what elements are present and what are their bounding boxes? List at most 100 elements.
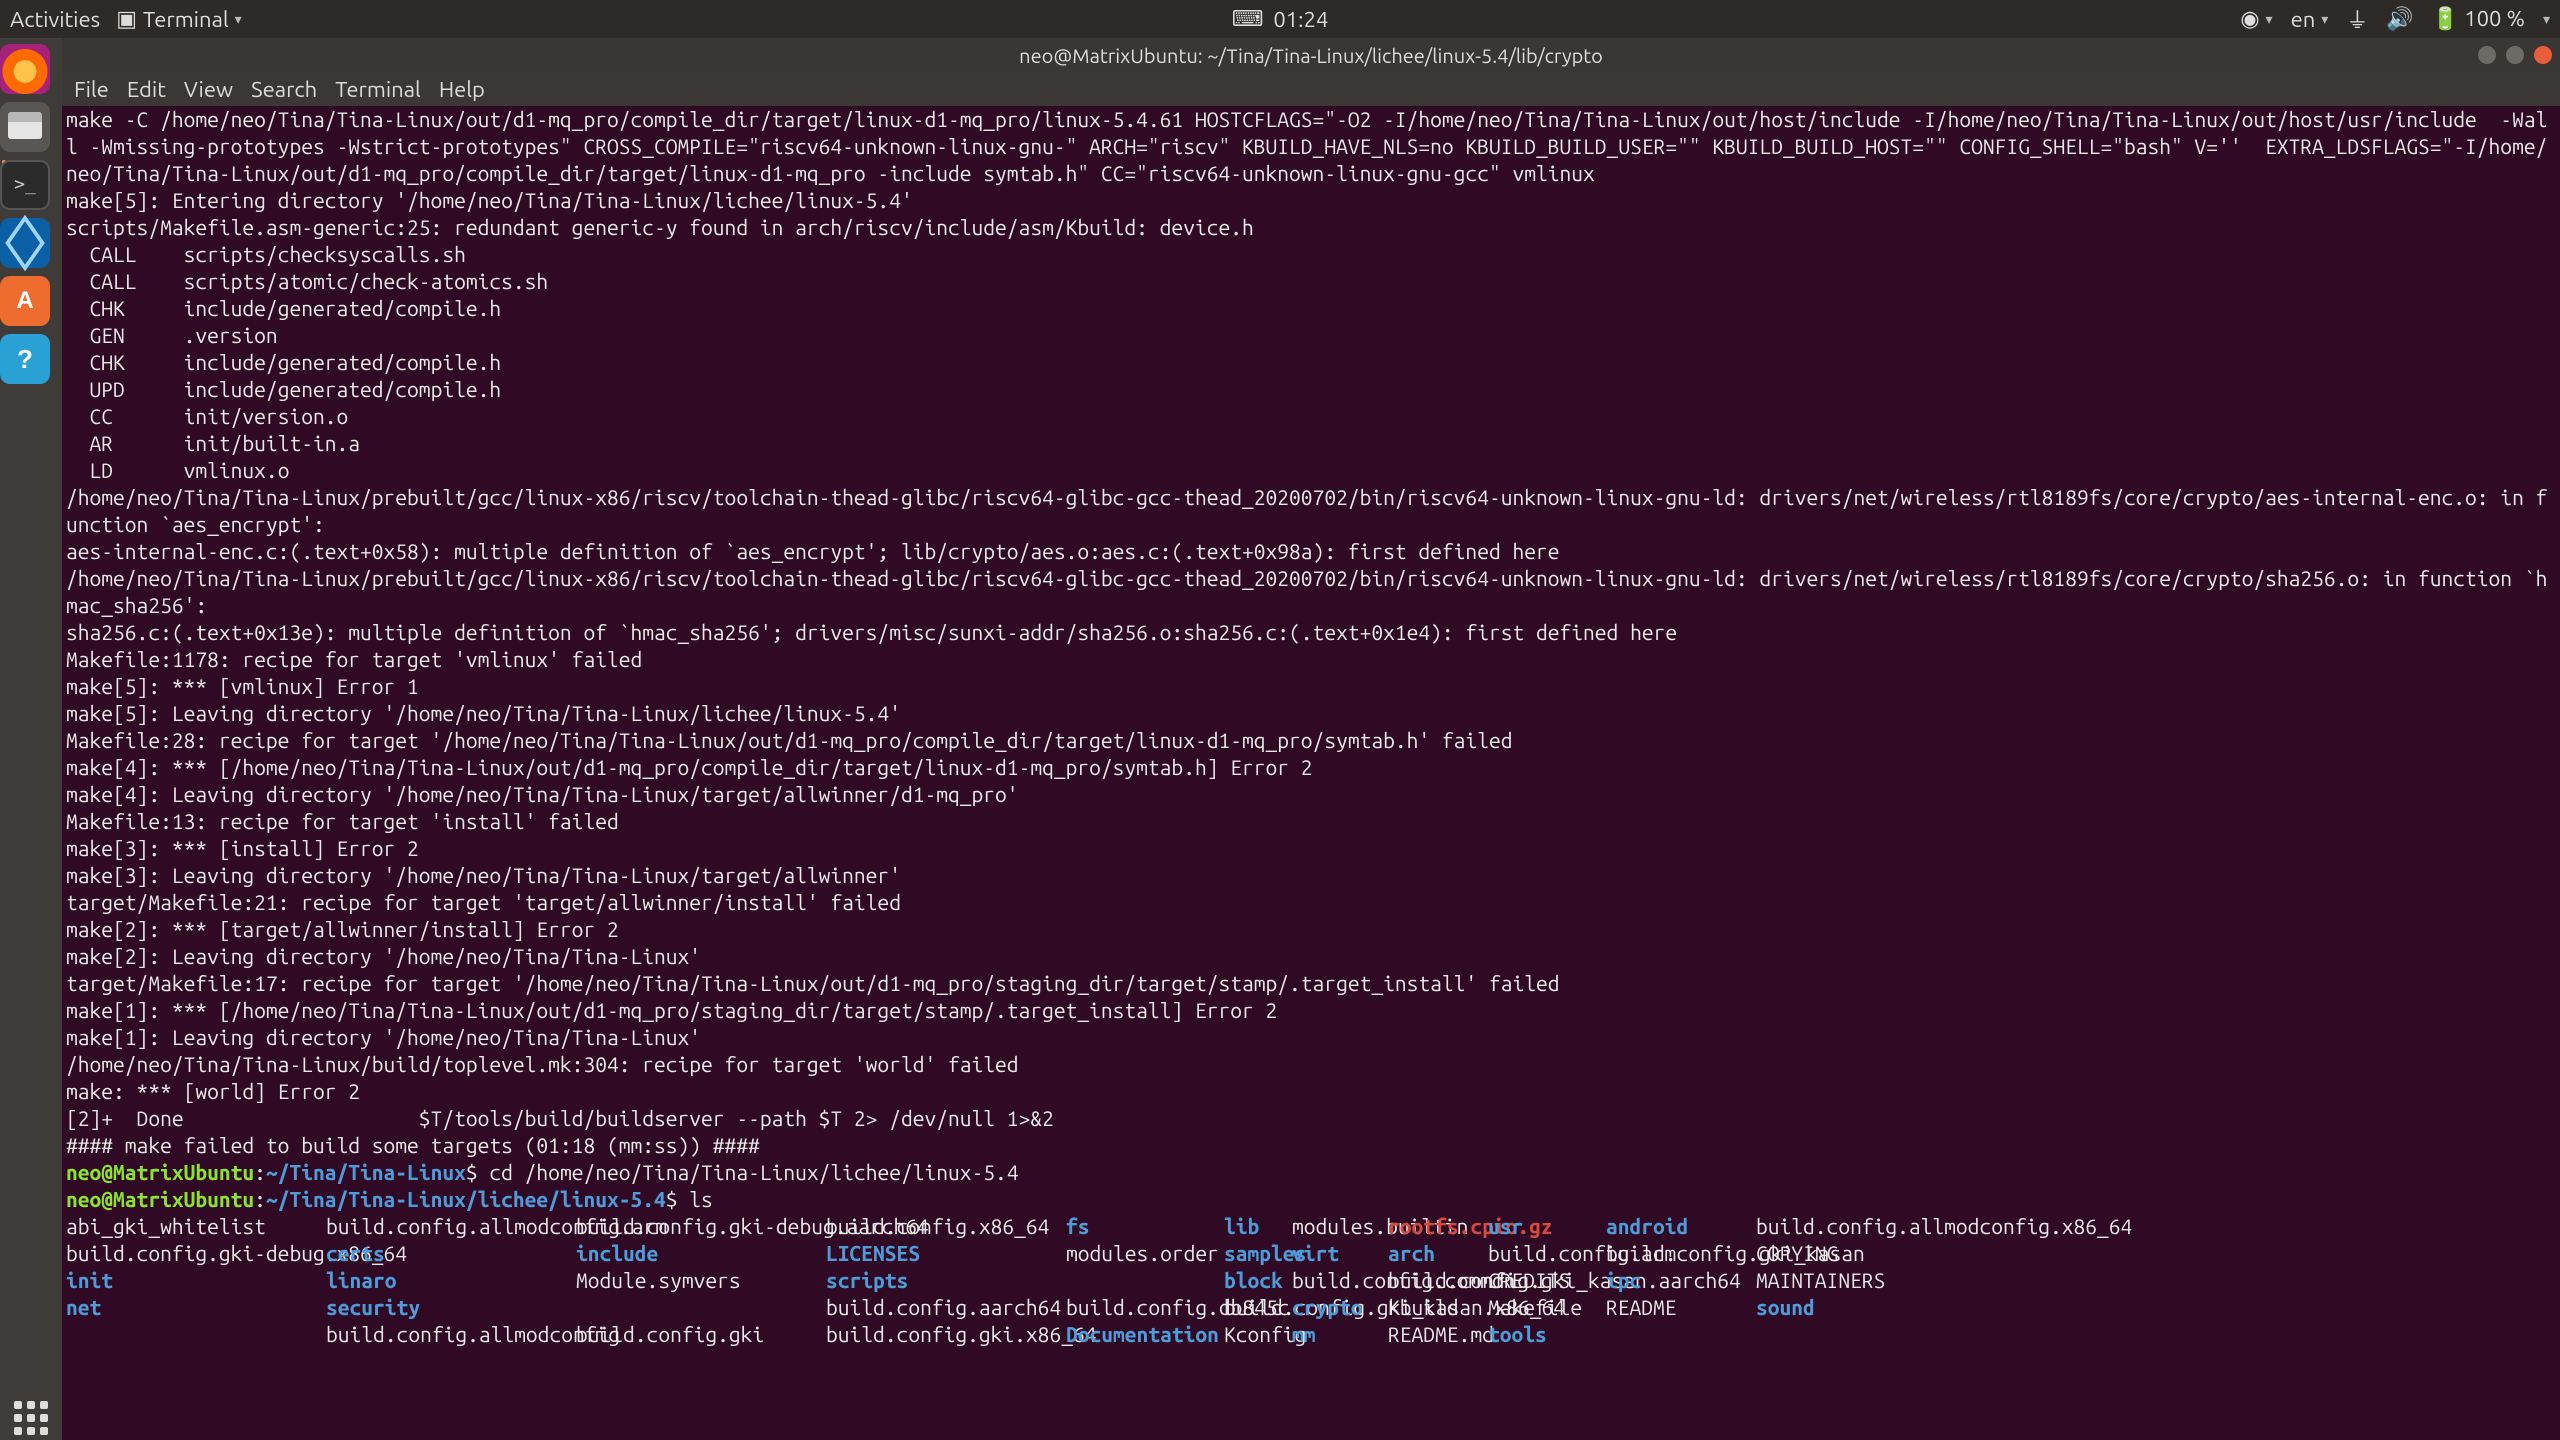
- terminal-line: Makefile:1178: recipe for target 'vmlinu…: [66, 646, 2556, 673]
- ls-entry: block: [1224, 1267, 1292, 1294]
- ls-entry: build.config.arm: [1488, 1240, 1606, 1267]
- terminal-line: make: *** [world] Error 2: [66, 1078, 2556, 1105]
- terminal-app-icon[interactable]: [0, 160, 50, 210]
- ls-entry: mm: [1292, 1321, 1388, 1348]
- terminal-line: /home/neo/Tina/Tina-Linux/prebuilt/gcc/l…: [66, 565, 2556, 619]
- files-icon[interactable]: [0, 102, 50, 152]
- launcher-dock: [0, 38, 62, 1440]
- terminal-line: CALL scripts/atomic/check-atomics.sh: [66, 268, 2556, 295]
- activities-button[interactable]: Activities: [10, 7, 100, 32]
- battery-percent: 100 %: [2464, 6, 2525, 31]
- terminal-window: neo@MatrixUbuntu: ~/Tina/Tina-Linux/lich…: [62, 38, 2560, 1440]
- terminal-line: make[4]: Leaving directory '/home/neo/Ti…: [66, 781, 2556, 808]
- terminal-line: make[2]: *** [target/allwinner/install] …: [66, 916, 2556, 943]
- ls-entry: lib: [1224, 1213, 1292, 1240]
- ls-entry: arch: [1388, 1240, 1488, 1267]
- chevron-down-icon: ▾: [2543, 11, 2550, 28]
- window-close-button[interactable]: [2534, 46, 2552, 64]
- terminal-line: target/Makefile:17: recipe for target '/…: [66, 970, 2556, 997]
- ls-entry: [1606, 1321, 1756, 1348]
- menu-edit[interactable]: Edit: [127, 77, 166, 102]
- input-source[interactable]: en ▾: [2291, 7, 2329, 32]
- window-maximize-button[interactable]: [2506, 46, 2524, 64]
- volume-icon[interactable]: 🔊: [2386, 6, 2413, 32]
- battery-icon: 🔋: [2432, 6, 2459, 31]
- menu-terminal[interactable]: Terminal: [335, 77, 421, 102]
- ls-entry: LICENSES: [826, 1240, 1066, 1267]
- ls-entry: [66, 1321, 326, 1348]
- terminal-line: make[5]: *** [vmlinux] Error 1: [66, 673, 2556, 700]
- ls-entry: ipc: [1606, 1267, 1756, 1294]
- ubuntu-software-icon[interactable]: [0, 276, 50, 326]
- terminal-line: CALL scripts/checksyscalls.sh: [66, 241, 2556, 268]
- window-minimize-button[interactable]: [2478, 46, 2496, 64]
- terminal-line: CHK include/generated/compile.h: [66, 295, 2556, 322]
- ls-entry: crypto: [1292, 1294, 1388, 1321]
- ls-entry: Module.symvers: [576, 1267, 826, 1294]
- ls-entry: README: [1606, 1294, 1756, 1321]
- vscode-icon[interactable]: [0, 218, 50, 268]
- menu-search[interactable]: Search: [251, 77, 317, 102]
- terminal-line: UPD include/generated/compile.h: [66, 376, 2556, 403]
- terminal-line: Makefile:13: recipe for target 'install'…: [66, 808, 2556, 835]
- terminal-line: LD vmlinux.o: [66, 457, 2556, 484]
- terminal-line: target/Makefile:21: recipe for target 't…: [66, 889, 2556, 916]
- terminal-line: [2]+ Done $T/tools/build/buildserver --p…: [66, 1105, 2556, 1132]
- accessibility-menu[interactable]: ◉ ▾: [2240, 6, 2272, 32]
- battery-status[interactable]: 🔋 100 %: [2432, 6, 2525, 32]
- ls-entry: samples: [1224, 1240, 1292, 1267]
- terminal-line: GEN .version: [66, 322, 2556, 349]
- ls-entry: net: [66, 1294, 326, 1321]
- network-icon[interactable]: ⏚: [2346, 3, 2368, 35]
- ls-entry: android: [1606, 1213, 1756, 1240]
- terminal-line: /home/neo/Tina/Tina-Linux/build/toplevel…: [66, 1051, 2556, 1078]
- help-icon[interactable]: [0, 334, 50, 384]
- ls-entry: build.config.gki_kasan.x86_64: [1224, 1294, 1292, 1321]
- terminal-line: make[5]: Entering directory '/home/neo/T…: [66, 187, 2556, 214]
- terminal-line: make[2]: Leaving directory '/home/neo/Ti…: [66, 943, 2556, 970]
- ls-entry: [576, 1294, 826, 1321]
- terminal-line: #### make failed to build some targets (…: [66, 1132, 2556, 1159]
- ls-entry: build.config.allmodconfig.x86_64: [1756, 1213, 1876, 1240]
- terminal-line: make[4]: *** [/home/neo/Tina/Tina-Linux/…: [66, 754, 2556, 781]
- menu-help[interactable]: Help: [439, 77, 485, 102]
- app-menu-label: Terminal: [143, 7, 229, 32]
- ls-entry: Makefile: [1488, 1294, 1606, 1321]
- terminal-line: make[5]: Leaving directory '/home/neo/Ti…: [66, 700, 2556, 727]
- app-menu[interactable]: ▣ Terminal ▾: [116, 6, 241, 32]
- terminal-line: CC init/version.o: [66, 403, 2556, 430]
- terminal-output[interactable]: make -C /home/neo/Tina/Tina-Linux/out/d1…: [62, 106, 2560, 1440]
- window-titlebar[interactable]: neo@MatrixUbuntu: ~/Tina/Tina-Linux/lich…: [62, 38, 2560, 72]
- ls-output: abi_gki_whitelistbuild.config.allmodconf…: [66, 1213, 2556, 1348]
- firefox-icon[interactable]: [0, 44, 50, 94]
- terminal-line: make[3]: Leaving directory '/home/neo/Ti…: [66, 862, 2556, 889]
- ls-entry: build.config.x86_64: [826, 1213, 1066, 1240]
- prompt-line: neo@MatrixUbuntu:~/Tina/Tina-Linux$ cd /…: [66, 1159, 2556, 1186]
- terminal-line: sha256.c:(.text+0x13e): multiple definit…: [66, 619, 2556, 646]
- ls-entry: build.config.allmodconfig.arm: [326, 1213, 576, 1240]
- ls-entry: build.config.common: [1292, 1267, 1388, 1294]
- accessibility-icon: ◉: [2240, 6, 2259, 32]
- ls-entry: build.config.allmodconfig: [326, 1321, 576, 1348]
- chevron-down-icon: ▾: [2266, 11, 2273, 28]
- ls-entry: build.config.gki.x86_64: [826, 1321, 1066, 1348]
- show-applications-icon[interactable]: [9, 1396, 53, 1440]
- terminal-icon: ▣: [116, 6, 137, 32]
- ls-entry: fs: [1066, 1213, 1224, 1240]
- window-title: neo@MatrixUbuntu: ~/Tina/Tina-Linux/lich…: [1019, 44, 1603, 67]
- ls-entry: linaro: [326, 1267, 576, 1294]
- input-source-label: en: [2291, 7, 2316, 32]
- ls-entry: modules.builtin: [1292, 1213, 1388, 1240]
- menu-file[interactable]: File: [74, 77, 109, 102]
- ls-entry: rootfs.cpio.gz: [1388, 1213, 1488, 1240]
- keyboard-icon: ⌨: [1232, 6, 1264, 32]
- ls-entry: build.config.gki: [576, 1321, 826, 1348]
- menu-view[interactable]: View: [184, 77, 233, 102]
- ls-entry: tools: [1488, 1321, 1606, 1348]
- ls-entry: build.config.aarch64: [826, 1294, 1066, 1321]
- terminal-line: make[1]: *** [/home/neo/Tina/Tina-Linux/…: [66, 997, 2556, 1024]
- chevron-down-icon: ▾: [235, 11, 242, 28]
- ls-entry: security: [326, 1294, 576, 1321]
- ls-entry: COPYING: [1756, 1240, 1876, 1267]
- clock[interactable]: 01:24: [1273, 7, 1328, 32]
